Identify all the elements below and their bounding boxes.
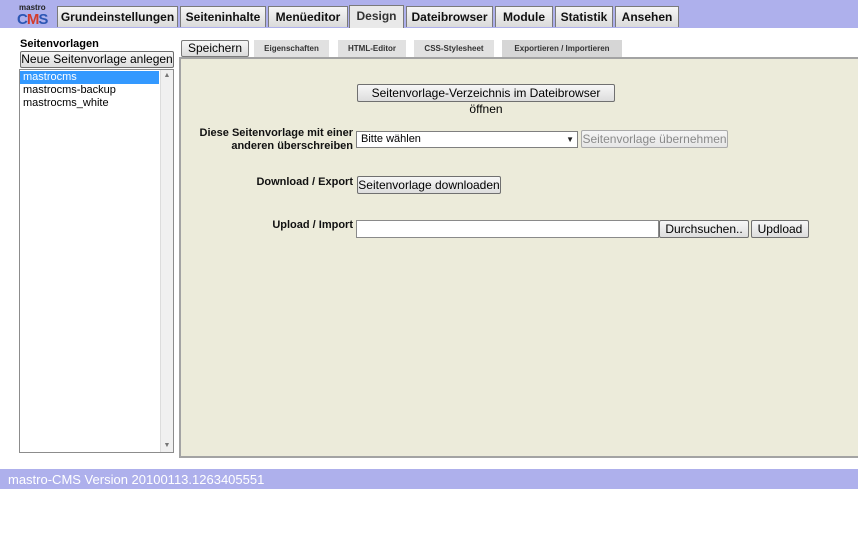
download-label: Download / Export (256, 176, 353, 188)
tab-module[interactable]: Module (495, 6, 553, 27)
footer-version: mastro-CMS Version 20100113.1263405551 (0, 469, 858, 489)
browse-button[interactable]: Durchsuchen.. (659, 220, 749, 238)
list-item[interactable]: mastrocms_white (20, 97, 159, 110)
tab-menueditor[interactable]: Menüeditor (268, 6, 348, 27)
mastro-cms-logo[interactable]: mastro CMS (17, 4, 57, 28)
tab-ansehen[interactable]: Ansehen (615, 6, 679, 27)
template-select[interactable]: Bitte wählen ▼ (356, 131, 578, 148)
chevron-down-icon: ▼ (566, 135, 574, 144)
list-scrollbar[interactable]: ▲ ▼ (160, 70, 173, 452)
sidebar-title: Seitenvorlagen (20, 38, 99, 50)
tab-dateibrowser[interactable]: Dateibrowser (406, 6, 493, 27)
open-template-directory-button[interactable]: Seitenvorlage-Verzeichnis im Dateibrowse… (357, 84, 615, 116)
tab-design[interactable]: Design (349, 5, 404, 28)
upload-file-input[interactable] (356, 220, 659, 238)
upload-button[interactable]: Updload (751, 220, 809, 238)
new-template-button[interactable]: Neue Seitenvorlage anlegen (20, 51, 174, 68)
list-item[interactable]: mastrocms-backup (20, 84, 159, 97)
list-item[interactable]: mastrocms (20, 71, 159, 84)
apply-template-button[interactable]: Seitenvorlage übernehmen (581, 130, 728, 148)
tab-eigenschaften[interactable]: Eigenschaften (254, 40, 329, 57)
overwrite-label: Diese Seitenvorlage mit einer anderen üb… (199, 127, 353, 152)
download-template-button[interactable]: Seitenvorlage downloaden (357, 176, 501, 194)
scroll-up-icon[interactable]: ▲ (161, 70, 173, 82)
upload-label: Upload / Import (272, 219, 353, 231)
tab-statistik[interactable]: Statistik (555, 6, 613, 27)
save-button[interactable]: Speichern (181, 40, 249, 57)
tab-html-editor[interactable]: HTML-Editor (338, 40, 406, 57)
export-import-panel (179, 57, 858, 458)
tab-exportieren-importieren[interactable]: Exportieren / Importieren (502, 40, 622, 57)
template-select-value: Bitte wählen (361, 133, 421, 145)
tab-grundeinstellungen[interactable]: Grundeinstellungen (57, 6, 178, 27)
tab-seiteninhalte[interactable]: Seiteninhalte (180, 6, 266, 27)
template-list[interactable]: mastrocms mastrocms-backup mastrocms_whi… (19, 69, 174, 453)
logo-cms-text: CMS (17, 11, 48, 28)
tab-css-stylesheet[interactable]: CSS-Stylesheet (414, 40, 494, 57)
scroll-down-icon[interactable]: ▼ (161, 440, 173, 452)
